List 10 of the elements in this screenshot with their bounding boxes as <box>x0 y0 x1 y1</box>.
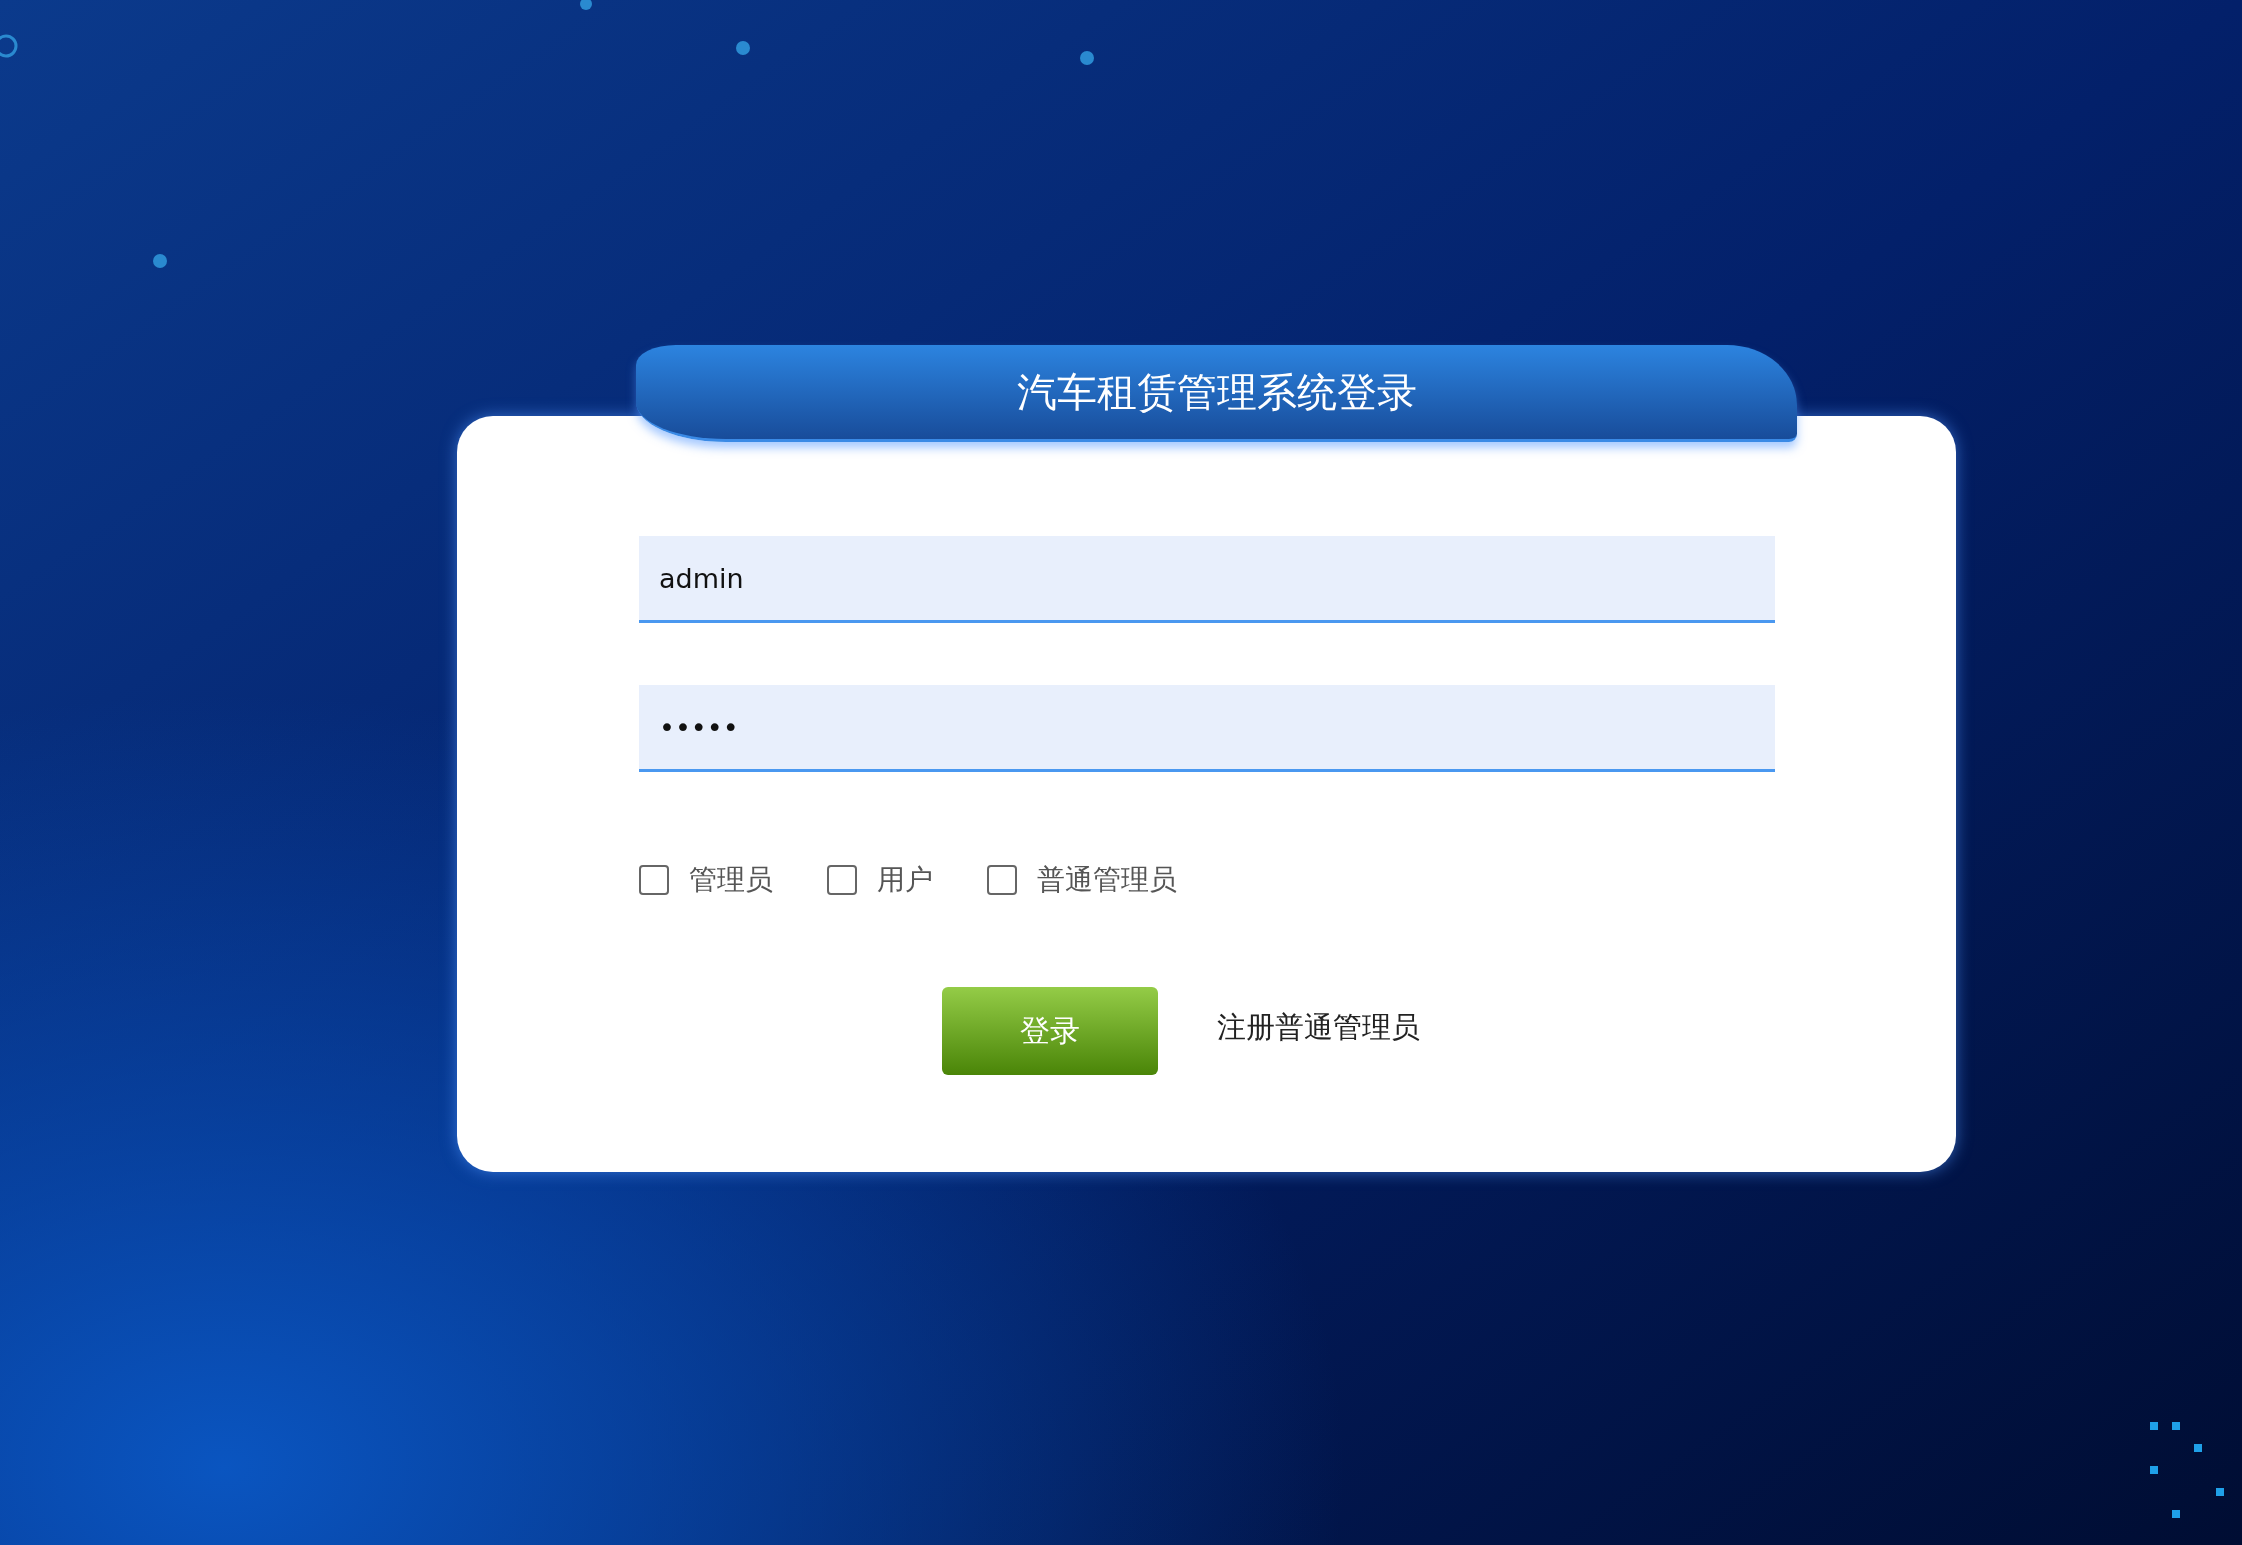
register-link[interactable]: 注册普通管理员 <box>1217 1008 1420 1048</box>
password-field[interactable]: ••••• <box>639 685 1775 772</box>
role-checkbox[interactable] <box>987 865 1017 895</box>
username-field[interactable]: admin <box>639 536 1775 623</box>
role-checkbox[interactable] <box>639 865 669 895</box>
role-checkbox[interactable] <box>827 865 857 895</box>
role-label[interactable]: 普通管理员 <box>1037 861 1177 899</box>
role-label[interactable]: 用户 <box>877 861 933 899</box>
login-title: 汽车租赁管理系统登录 <box>1016 367 1417 417</box>
role-label[interactable]: 管理员 <box>689 861 773 899</box>
